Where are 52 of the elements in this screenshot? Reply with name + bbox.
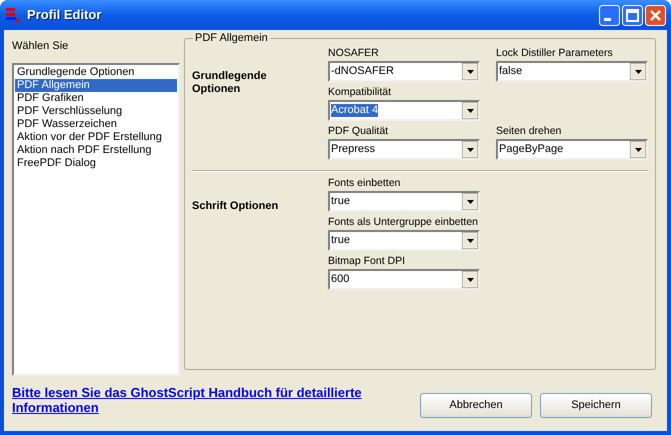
dropdown-arrow-icon[interactable] xyxy=(630,141,646,158)
list-item[interactable]: FreePDF Dialog xyxy=(15,157,177,170)
dropdown-arrow-icon[interactable] xyxy=(462,141,478,158)
dropdown-value: Prepress xyxy=(331,143,376,156)
dropdown-field[interactable]: PageByPage xyxy=(496,139,648,160)
list-label: Wählen Sie xyxy=(12,39,70,53)
dropdown-field[interactable]: false xyxy=(496,61,648,82)
section-title: Grundlegende Optionen xyxy=(192,69,268,97)
dropdown-field[interactable]: 600 xyxy=(328,269,480,290)
dropdown-field[interactable]: -dNOSAFER xyxy=(328,61,480,82)
field-label: NOSAFER xyxy=(328,47,379,60)
handbook-link[interactable]: Bitte lesen Sie das GhostScript Handbuch für detaillierte Informationen xyxy=(12,385,412,415)
list-item[interactable]: PDF Wasserzeichen xyxy=(15,118,177,131)
close-button[interactable] xyxy=(645,4,666,26)
dropdown-value: Acrobat 4 xyxy=(331,104,378,117)
dropdown-value: 600 xyxy=(331,273,350,286)
maximize-button[interactable] xyxy=(622,4,643,26)
field-label: PDF Qualität xyxy=(328,125,388,138)
dropdown-arrow-icon[interactable] xyxy=(462,232,478,249)
group-title: PDF Allgemein xyxy=(193,31,270,45)
field-label: Seiten drehen xyxy=(496,125,562,138)
list-item[interactable]: Aktion nach PDF Erstellung xyxy=(15,144,177,157)
field-label: Kompatibilität xyxy=(328,86,392,99)
dropdown-value: true xyxy=(331,234,350,247)
dropdown-value: true xyxy=(331,195,350,208)
dropdown-field[interactable]: Prepress xyxy=(328,139,480,160)
dropdown-arrow-icon[interactable] xyxy=(462,193,478,210)
field-label: Fonts einbetten xyxy=(328,177,400,190)
minimize-button[interactable] xyxy=(599,4,620,26)
dialog-button[interactable]: Speichern xyxy=(540,393,652,418)
dropdown-arrow-icon[interactable] xyxy=(462,102,478,119)
section-title: Schrift Optionen xyxy=(192,199,280,214)
field-label: Lock Distiller Parameters xyxy=(496,47,613,60)
field-label: Bitmap Font DPI xyxy=(328,255,406,268)
dropdown-value: false xyxy=(499,65,522,78)
dropdown-field[interactable]: true xyxy=(328,230,480,251)
dropdown-value: -dNOSAFER xyxy=(331,65,394,78)
list-item[interactable]: Grundlegende Optionen xyxy=(15,66,177,79)
dropdown-field[interactable]: true xyxy=(328,191,480,212)
dialog-button[interactable]: Abbrechen xyxy=(420,393,532,418)
field-label: Fonts als Untergruppe einbetten xyxy=(328,216,478,229)
dropdown-arrow-icon[interactable] xyxy=(630,63,646,80)
list-item[interactable]: PDF Allgemein xyxy=(15,79,177,92)
list-item[interactable]: PDF Verschlüsselung xyxy=(15,105,177,118)
window-title: Profil Editor xyxy=(27,6,102,24)
dropdown-arrow-icon[interactable] xyxy=(462,63,478,80)
list-item[interactable]: PDF Grafiken xyxy=(15,92,177,105)
app-icon xyxy=(5,7,21,23)
dropdown-field[interactable]: Acrobat 4 xyxy=(328,100,480,121)
dropdown-value: PageByPage xyxy=(499,143,564,156)
dropdown-arrow-icon[interactable] xyxy=(462,271,478,288)
list-item[interactable]: Aktion vor der PDF Erstellung xyxy=(15,131,177,144)
